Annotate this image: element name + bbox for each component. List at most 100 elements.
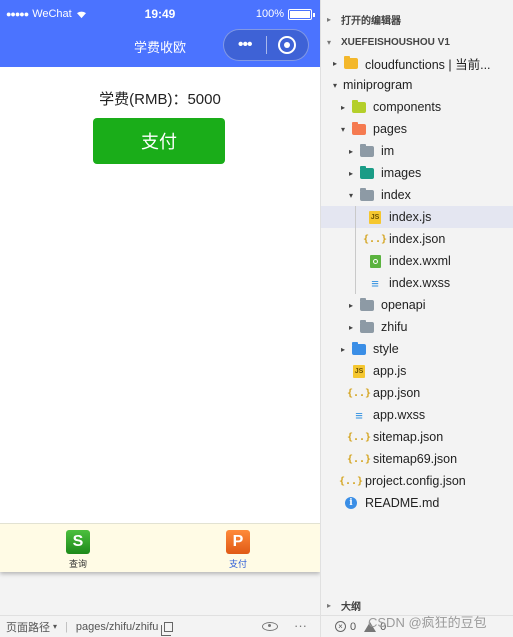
tree-item[interactable]: ▾ index — [321, 184, 513, 206]
folder-icon — [359, 297, 375, 312]
tree-item[interactable]: ▸ style — [321, 338, 513, 360]
chevron-down-icon[interactable]: ▾ — [327, 81, 343, 90]
tree-item[interactable]: ▾ miniprogram — [321, 74, 513, 96]
pay-button[interactable]: 支付 — [93, 118, 225, 164]
tree-item-label: index.wxss — [389, 276, 451, 290]
divider: | — [65, 620, 68, 633]
tab-pay-label: 支付 — [228, 559, 247, 569]
chevron-right-icon[interactable]: ▸ — [343, 323, 359, 332]
tree-item-label: sitemap69.json — [373, 452, 458, 466]
tree-item[interactable]: ▸ zhifu — [321, 316, 513, 338]
tree-item[interactable]: ▾ pages — [321, 118, 513, 140]
stylesheet-file-icon: ≡ — [371, 275, 379, 291]
folder-icon — [351, 341, 367, 356]
menu-capsule: ••• — [223, 29, 309, 61]
chevron-right-icon[interactable]: ▸ — [335, 345, 351, 354]
tree-item[interactable]: ▸ images — [321, 162, 513, 184]
tree-item-label: pages — [373, 122, 408, 136]
tree-item[interactable]: index.wxml — [321, 250, 513, 272]
tree-item-label: miniprogram — [343, 78, 413, 92]
battery-percent: 100% — [255, 8, 284, 20]
fee-amount: 5000 — [187, 91, 221, 108]
watermark: CSDN @疯狂的豆包 — [368, 615, 487, 630]
tree-item[interactable]: ≡ app.wxss — [321, 404, 513, 426]
chevron-right-icon[interactable]: ▸ — [343, 169, 359, 178]
project-name: XUEFEISHOUSHOU V1 — [341, 36, 450, 48]
chevron-right-icon[interactable]: ▸ — [327, 59, 343, 68]
chevron-right-icon: ▸ — [327, 600, 332, 610]
close-circle-icon — [278, 36, 297, 54]
json-file-icon: {..} — [346, 453, 372, 465]
eye-icon[interactable] — [262, 622, 278, 631]
error-icon: × — [335, 621, 346, 632]
project-header[interactable]: ▾ XUEFEISHOUSHOU V1 — [321, 31, 513, 53]
tab-bar: S 查询 P 支付 — [0, 523, 320, 572]
open-editors-label: 打开的编辑器 — [341, 15, 401, 27]
more-options-icon[interactable]: ··· — [294, 618, 307, 633]
tree-item-label: components — [373, 100, 442, 114]
folder-icon — [359, 319, 375, 334]
chevron-down-icon[interactable]: ▾ — [343, 191, 359, 200]
chevron-right-icon[interactable]: ▸ — [343, 147, 359, 156]
file-explorer: ▸ 打开的编辑器 ▾ XUEFEISHOUSHOU V1 ▸ cloudfunct… — [320, 0, 513, 637]
tree-item-label: app.js — [373, 364, 407, 378]
chevron-down-icon[interactable]: ▾ — [335, 125, 351, 134]
page-path-label[interactable]: 页面路径 — [6, 619, 50, 635]
tree-item-label: style — [373, 342, 399, 356]
tree-item[interactable]: {..} project.config.json — [321, 470, 513, 492]
folder-icon — [359, 187, 375, 202]
tree-item-label: im — [381, 144, 395, 158]
javascript-file-icon: JS — [367, 210, 383, 224]
json-file-icon: {..} — [346, 387, 372, 399]
chevron-down-icon: ▾ — [327, 37, 332, 47]
tab-pay[interactable]: P 支付 — [198, 530, 278, 570]
tree-item-label: index.js — [389, 210, 432, 224]
tab-query-label: 查询 — [68, 559, 87, 569]
tree-item[interactable]: ▸ im — [321, 140, 513, 162]
tree-item[interactable]: ≡ index.wxss — [321, 272, 513, 294]
copy-icon[interactable] — [161, 621, 174, 636]
indent-guide — [355, 206, 356, 294]
outline-label: 大纲 — [341, 601, 361, 613]
tree-item[interactable]: ▸ components — [321, 96, 513, 118]
fee-label: 学费(RMB)： — [99, 91, 188, 108]
fee-display: 学费(RMB)：5000 — [0, 88, 320, 109]
wxml-file-icon — [367, 254, 383, 268]
json-file-icon: {..} — [338, 475, 364, 487]
stylesheet-file-icon: ≡ — [355, 407, 363, 423]
folder-icon — [351, 99, 367, 114]
chevron-right-icon[interactable]: ▸ — [335, 103, 351, 112]
tree-item-label: images — [381, 166, 422, 180]
tree-item-label: project.config.json — [365, 474, 466, 488]
folder-icon — [359, 143, 375, 158]
tree-item[interactable]: {..} sitemap69.json — [321, 448, 513, 470]
tree-item-label: index.json — [389, 232, 446, 246]
tree-item[interactable]: ▸ openapi — [321, 294, 513, 316]
status-battery: 100% — [255, 8, 315, 20]
json-file-icon: {..} — [362, 233, 388, 245]
tree-item[interactable]: {..} sitemap.json — [321, 426, 513, 448]
tree-item[interactable]: ▸ cloudfunctions | 当前... — [321, 52, 513, 74]
battery-icon — [288, 8, 315, 20]
javascript-file-icon: JS — [351, 364, 367, 378]
tree-item[interactable]: i README.md — [321, 492, 513, 514]
open-editors-header[interactable]: ▸ 打开的编辑器 — [321, 8, 513, 30]
tree-item-label: index — [381, 188, 411, 202]
folder-icon — [359, 165, 375, 180]
more-icon[interactable]: ••• — [224, 30, 266, 60]
tab-query[interactable]: S 查询 — [38, 530, 118, 570]
json-file-icon: {..} — [346, 431, 372, 443]
error-count: 0 — [350, 620, 357, 633]
tree-item[interactable]: {..} index.json — [321, 228, 513, 250]
devtools-window: ●●●●● WeChat 19:49 100% 学费收欧 ••• 学费(RMB)… — [0, 0, 513, 637]
simulator-status-bar: 页面路径 ▾ | pages/zhifu/zhifu ··· — [0, 615, 320, 637]
tree-item[interactable]: JS app.js — [321, 360, 513, 382]
tree-item[interactable]: JS index.js — [321, 206, 513, 228]
chevron-down-icon[interactable]: ▾ — [53, 622, 57, 631]
tree-item[interactable]: {..} app.json — [321, 382, 513, 404]
chevron-right-icon[interactable]: ▸ — [343, 301, 359, 310]
pay-tab-icon: P — [226, 530, 250, 554]
close-miniprogram-button[interactable] — [266, 36, 308, 54]
page-path-value: pages/zhifu/zhifu — [75, 620, 159, 633]
simulator-panel: ●●●●● WeChat 19:49 100% 学费收欧 ••• 学费(RMB)… — [0, 0, 320, 637]
